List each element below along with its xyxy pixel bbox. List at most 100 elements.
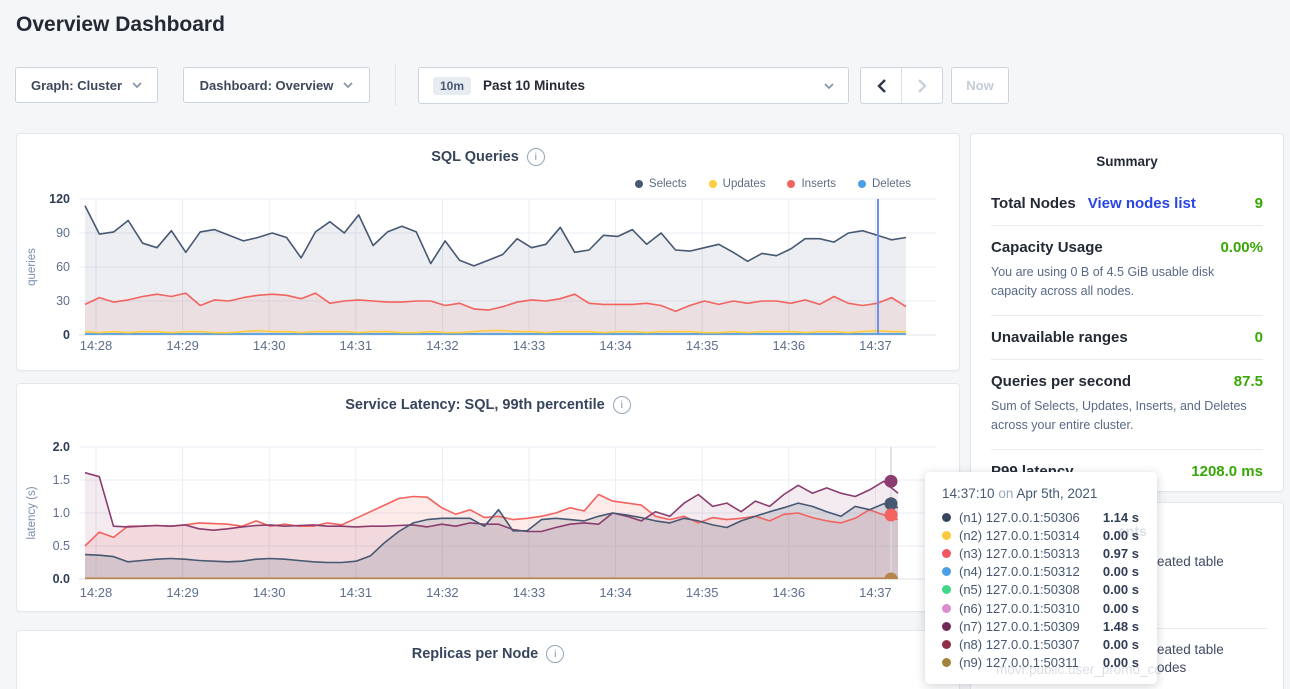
series-dot bbox=[942, 531, 951, 540]
svg-text:14:30: 14:30 bbox=[253, 338, 286, 353]
tooltip-row: (n8) 127.0.0.1:503070.00 s bbox=[937, 635, 1145, 653]
svg-text:0: 0 bbox=[63, 328, 70, 342]
unavailable-ranges-row: Unavailable ranges 0 bbox=[991, 329, 1263, 346]
dashboard-dropdown-label: Dashboard: Overview bbox=[200, 78, 334, 93]
tooltip-rows: (n1) 127.0.0.1:503061.14 s(n2) 127.0.0.1… bbox=[937, 508, 1145, 672]
svg-text:30: 30 bbox=[56, 294, 70, 308]
svg-text:2.0: 2.0 bbox=[53, 440, 70, 454]
summary-title: Summary bbox=[991, 134, 1263, 169]
series-dot bbox=[942, 640, 951, 649]
capacity-usage-description: You are using 0 B of 4.5 GiB usable disk… bbox=[991, 263, 1263, 302]
time-range-dropdown[interactable]: 10m Past 10 Minutes bbox=[418, 67, 849, 104]
svg-text:latency (s): latency (s) bbox=[26, 486, 38, 539]
divider bbox=[991, 225, 1263, 226]
chevron-left-icon bbox=[877, 79, 886, 93]
capacity-usage-value: 0.00% bbox=[1220, 239, 1263, 256]
svg-text:14:37: 14:37 bbox=[859, 585, 892, 600]
svg-text:queries: queries bbox=[26, 248, 38, 286]
tooltip-row: (n3) 127.0.0.1:503130.97 s bbox=[937, 544, 1145, 562]
queries-per-second-description: Sum of Selects, Updates, Inserts, and De… bbox=[991, 397, 1263, 436]
svg-text:14:36: 14:36 bbox=[773, 585, 806, 600]
svg-text:90: 90 bbox=[56, 226, 70, 240]
graph-scope-dropdown[interactable]: Graph: Cluster bbox=[15, 67, 158, 103]
svg-text:14:29: 14:29 bbox=[166, 338, 199, 353]
svg-text:14:31: 14:31 bbox=[340, 585, 373, 600]
series-dot bbox=[942, 549, 951, 558]
svg-text:14:28: 14:28 bbox=[80, 338, 113, 353]
svg-text:0.0: 0.0 bbox=[53, 572, 70, 586]
chevron-down-icon bbox=[132, 82, 142, 88]
svg-text:14:28: 14:28 bbox=[80, 585, 113, 600]
svg-text:14:34: 14:34 bbox=[599, 585, 632, 600]
total-nodes-row: Total Nodes View nodes list 9 bbox=[991, 195, 1263, 212]
unavailable-ranges-label: Unavailable ranges bbox=[991, 329, 1128, 346]
overview-dashboard-page: Overview Dashboard Graph: Cluster Dashbo… bbox=[0, 0, 1290, 689]
toolbar-divider bbox=[395, 64, 396, 106]
view-nodes-list-link[interactable]: View nodes list bbox=[1088, 195, 1196, 212]
svg-text:120: 120 bbox=[49, 192, 70, 206]
page-title: Overview Dashboard bbox=[16, 13, 225, 37]
svg-text:14:33: 14:33 bbox=[513, 338, 546, 353]
queries-per-second-value: 87.5 bbox=[1234, 373, 1263, 390]
svg-text:14:29: 14:29 bbox=[166, 585, 199, 600]
time-range-badge: 10m bbox=[433, 77, 471, 95]
svg-text:14:37: 14:37 bbox=[859, 338, 892, 353]
tooltip-timestamp: 14:37:10 on Apr 5th, 2021 bbox=[942, 486, 1145, 501]
svg-text:14:33: 14:33 bbox=[513, 585, 546, 600]
tooltip-row: (n6) 127.0.0.1:503100.00 s bbox=[937, 599, 1145, 617]
dashboard-dropdown[interactable]: Dashboard: Overview bbox=[183, 67, 370, 103]
graph-dropdown-label: Graph: Cluster bbox=[31, 78, 122, 93]
service-latency-chart[interactable]: 0.00.51.01.52.014:2814:2914:3014:3114:32… bbox=[17, 384, 959, 611]
divider bbox=[991, 315, 1263, 316]
now-button[interactable]: Now bbox=[951, 67, 1009, 104]
tooltip-row: (n7) 127.0.0.1:503091.48 s bbox=[937, 617, 1145, 635]
svg-text:1.5: 1.5 bbox=[53, 473, 70, 487]
svg-text:14:34: 14:34 bbox=[599, 338, 632, 353]
service-latency-panel: Service Latency: SQL, 99th percentile i … bbox=[16, 383, 960, 612]
divider bbox=[991, 359, 1263, 360]
series-dot bbox=[942, 585, 951, 594]
series-dot bbox=[942, 567, 951, 576]
total-nodes-label: Total Nodes bbox=[991, 195, 1076, 212]
tooltip-row: (n2) 127.0.0.1:503140.00 s bbox=[937, 526, 1145, 544]
chevron-right-icon bbox=[918, 79, 927, 93]
time-step-back-button[interactable] bbox=[861, 68, 901, 103]
tooltip-row: (n4) 127.0.0.1:503120.00 s bbox=[937, 563, 1145, 581]
series-dot bbox=[942, 622, 951, 631]
svg-text:60: 60 bbox=[56, 260, 70, 274]
capacity-usage-row: Capacity Usage 0.00% bbox=[991, 239, 1263, 256]
series-dot bbox=[942, 604, 951, 613]
chevron-down-icon bbox=[343, 82, 353, 88]
svg-text:0.5: 0.5 bbox=[53, 539, 70, 553]
summary-panel: Summary Total Nodes View nodes list 9 Ca… bbox=[970, 133, 1284, 492]
tooltip-row: (n5) 127.0.0.1:503080.00 s bbox=[937, 581, 1145, 599]
svg-text:14:32: 14:32 bbox=[426, 338, 459, 353]
svg-text:14:31: 14:31 bbox=[340, 338, 373, 353]
event-item-fragment[interactable]: eated table bbox=[1157, 554, 1224, 569]
tooltip-row: (n1) 127.0.0.1:503061.14 s bbox=[937, 508, 1145, 526]
event-item-fragment[interactable]: odes bbox=[1157, 660, 1186, 675]
capacity-usage-label: Capacity Usage bbox=[991, 239, 1103, 256]
divider bbox=[991, 449, 1263, 450]
svg-text:14:32: 14:32 bbox=[426, 585, 459, 600]
chevron-down-icon bbox=[824, 83, 834, 89]
p99-latency-value: 1208.0 ms bbox=[1191, 463, 1263, 480]
time-step-forward-button[interactable] bbox=[901, 68, 942, 103]
total-nodes-value: 9 bbox=[1255, 195, 1263, 212]
replicas-per-node-panel: Replicas per Node i bbox=[16, 630, 960, 689]
svg-text:14:30: 14:30 bbox=[253, 585, 286, 600]
unavailable-ranges-value: 0 bbox=[1255, 329, 1263, 346]
event-item-fragment[interactable]: eated table bbox=[1157, 642, 1224, 657]
tooltip-row: (n9) 127.0.0.1:503110.00 s bbox=[937, 654, 1145, 672]
sql-queries-panel: SQL Queries i SelectsUpdatesInsertsDelet… bbox=[16, 133, 960, 371]
svg-text:14:36: 14:36 bbox=[773, 338, 806, 353]
replicas-per-node-title: Replicas per Node i bbox=[17, 645, 959, 663]
svg-text:14:35: 14:35 bbox=[686, 585, 719, 600]
chart-hover-tooltip: 14:37:10 on Apr 5th, 2021 (n1) 127.0.0.1… bbox=[925, 472, 1157, 684]
info-icon[interactable]: i bbox=[546, 645, 564, 663]
svg-text:14:35: 14:35 bbox=[686, 338, 719, 353]
time-range-label: Past 10 Minutes bbox=[483, 78, 585, 93]
time-step-button-group bbox=[860, 67, 943, 104]
series-dot bbox=[942, 658, 951, 667]
sql-queries-chart[interactable]: 0 30 60 90 120 14:28 14:29 14:30 14:31 14:32 14:33… bbox=[17, 134, 959, 370]
